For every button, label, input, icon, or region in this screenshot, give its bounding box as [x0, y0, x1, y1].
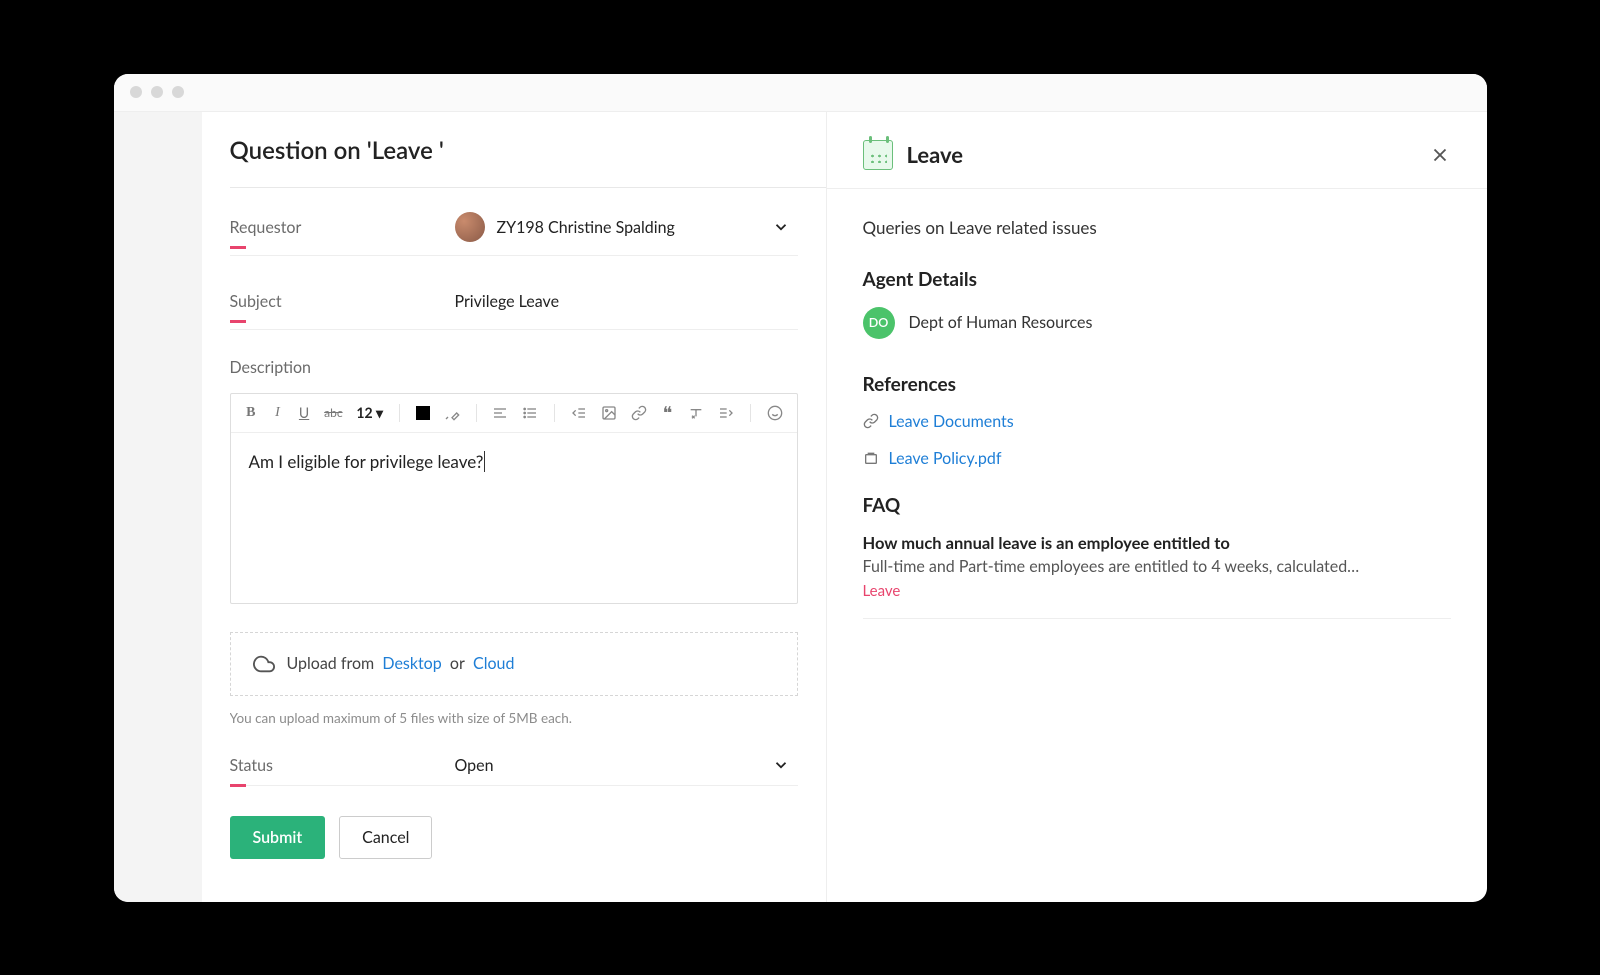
link-icon [863, 413, 879, 429]
reference-link-documents[interactable]: Leave Documents [863, 412, 1451, 431]
cloud-icon [253, 653, 275, 675]
requestor-field[interactable]: Requestor ZY198 Christine Spalding [230, 210, 798, 256]
outdent-icon[interactable] [571, 404, 587, 422]
upload-label: Upload from [287, 654, 375, 673]
strikethrough-icon[interactable]: abc [324, 404, 342, 422]
reference-label: Leave Documents [889, 412, 1014, 431]
divider [863, 618, 1451, 619]
faq-tag: Leave [863, 582, 1451, 600]
underline-icon[interactable]: U [298, 404, 311, 422]
references-heading: References [863, 373, 1451, 396]
image-icon[interactable] [601, 404, 617, 422]
editor-toolbar: B I U abc 12 ▾ [231, 394, 797, 433]
description-label: Description [230, 358, 798, 377]
upload-dropzone[interactable]: Upload from Desktop or Cloud [230, 632, 798, 696]
requestor-label: Requestor [230, 218, 455, 237]
subject-label: Subject [230, 292, 455, 311]
rich-text-editor: B I U abc 12 ▾ [230, 393, 798, 604]
italic-icon[interactable]: I [271, 404, 284, 422]
traffic-light-minimize[interactable] [151, 86, 163, 98]
titlebar [114, 74, 1487, 112]
status-label: Status [230, 756, 455, 775]
faq-heading: FAQ [863, 494, 1451, 517]
quote-icon[interactable]: ❝ [661, 404, 674, 422]
subject-field[interactable]: Subject Privilege Leave [230, 284, 798, 330]
cancel-button[interactable]: Cancel [339, 816, 432, 859]
sidebar-placeholder [114, 112, 202, 902]
chevron-down-icon[interactable] [772, 756, 790, 774]
requestor-value: ZY198 Christine Spalding [497, 218, 675, 237]
agent-name: Dept of Human Resources [909, 313, 1093, 332]
form-panel: Question on 'Leave ' Requestor ZY198 Chr… [202, 112, 827, 902]
page-title: Question on 'Leave ' [230, 136, 826, 165]
chevron-down-icon[interactable] [772, 218, 790, 236]
agent-row: DO Dept of Human Resources [863, 307, 1451, 339]
highlight-icon[interactable] [444, 404, 460, 422]
file-icon [863, 450, 879, 466]
bold-icon[interactable]: B [245, 404, 258, 422]
details-panel: Leave Queries on Leave related issues Ag… [827, 112, 1487, 902]
status-field[interactable]: Status Open [230, 756, 798, 786]
requestor-avatar [455, 212, 485, 242]
upload-desktop-link[interactable]: Desktop [382, 654, 441, 673]
align-icon[interactable] [492, 404, 508, 422]
traffic-light-zoom[interactable] [172, 86, 184, 98]
panel-title: Leave [907, 141, 964, 168]
reference-label: Leave Policy.pdf [889, 449, 1002, 468]
agent-avatar: DO [863, 307, 895, 339]
upload-or: or [450, 654, 465, 673]
subject-value: Privilege Leave [455, 292, 560, 311]
font-size-select[interactable]: 12 ▾ [356, 404, 383, 422]
traffic-light-close[interactable] [130, 86, 142, 98]
panel-description: Queries on Leave related issues [863, 217, 1451, 238]
list-icon[interactable] [522, 404, 538, 422]
link-icon[interactable] [631, 404, 647, 422]
close-icon[interactable] [1429, 144, 1451, 166]
reference-link-policy[interactable]: Leave Policy.pdf [863, 449, 1451, 468]
status-value: Open [455, 756, 494, 775]
description-textarea[interactable]: Am I eligible for privilege leave? [231, 433, 797, 603]
text-color-icon[interactable] [416, 404, 430, 422]
calendar-icon [863, 140, 893, 170]
faq-item[interactable]: How much annual leave is an employee ent… [863, 533, 1451, 600]
faq-question: How much annual leave is an employee ent… [863, 533, 1451, 553]
clear-format-icon[interactable] [688, 404, 704, 422]
emoji-icon[interactable] [767, 404, 783, 422]
app-window: Question on 'Leave ' Requestor ZY198 Chr… [114, 74, 1487, 902]
faq-answer: Full-time and Part-time employees are en… [863, 557, 1451, 576]
upload-cloud-link[interactable]: Cloud [473, 654, 514, 673]
submit-button[interactable]: Submit [230, 816, 326, 859]
upload-note: You can upload maximum of 5 files with s… [230, 710, 798, 726]
agent-heading: Agent Details [863, 268, 1451, 291]
indent-icon[interactable] [718, 404, 734, 422]
